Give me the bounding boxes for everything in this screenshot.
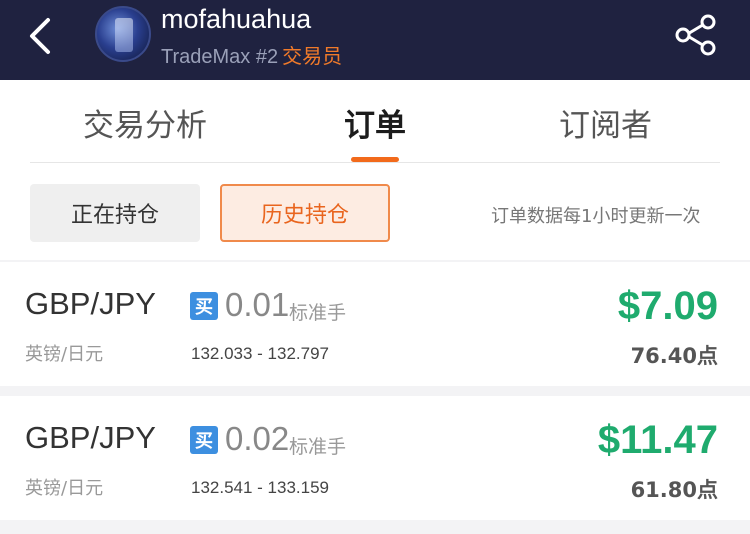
avatar[interactable] [95,6,151,62]
app-header: mofahuahua TradeMax #2 交易员 [0,0,750,80]
tab-analysis[interactable]: 交易分析 [83,100,207,145]
lot-unit: 标准手 [289,302,347,324]
order-row[interactable]: GBP/JPY 英镑/日元 买 0.02 标准手 132.541 - 133.1… [0,396,750,520]
profit-amount: $11.47 [597,418,718,462]
divider [30,162,720,163]
order-row[interactable]: GBP/JPY 英镑/日元 买 0.01 标准手 132.033 - 132.7… [0,262,750,386]
tabs-section: 交易分析 订单 订阅者 正在持仓 历史持仓 订单数据每1小时更新一次 [0,80,750,260]
chevron-left-icon [30,18,50,54]
price-range: 132.541 - 133.159 [191,478,330,497]
share-icon [675,14,716,56]
lot-size: 0.01 [225,286,290,323]
back-button[interactable] [22,14,62,58]
profit-points: 61.80点 [630,478,718,502]
price-range: 132.033 - 132.797 [191,344,330,363]
lot-size: 0.02 [225,420,290,457]
username: mofahuahua [161,4,312,34]
user-subtitle: TradeMax #2 交易员 [161,40,342,69]
share-button[interactable] [672,12,720,58]
lot-unit: 标准手 [289,436,347,458]
currency-pair-cn: 英镑/日元 [25,344,104,365]
tab-orders[interactable]: 订单 [344,100,406,145]
profit-amount: $7.09 [617,284,718,328]
open-positions-button[interactable]: 正在持仓 [30,184,200,242]
buy-badge: 买 [190,292,218,320]
profit-points: 76.40点 [630,344,718,368]
role-label: 交易员 [282,46,343,68]
history-positions-button[interactable]: 历史持仓 [220,184,390,242]
currency-pair-cn: 英镑/日元 [25,478,104,499]
currency-pair: GBP/JPY [25,420,156,455]
update-note: 订单数据每1小时更新一次 [491,206,701,227]
tab-subscribers[interactable]: 订阅者 [559,100,652,145]
currency-pair: GBP/JPY [25,286,156,321]
buy-badge: 买 [190,426,218,454]
rank-label: TradeMax #2 [161,46,279,68]
